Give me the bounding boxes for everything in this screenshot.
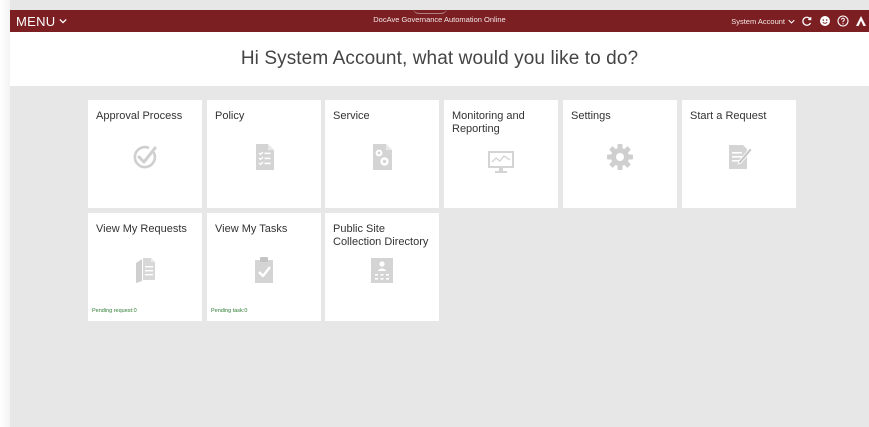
tile-label: View My Tasks — [215, 223, 288, 235]
monitor-chart-icon — [444, 144, 558, 178]
tile-public-site-collection-directory[interactable]: Public Site Collection Directory — [325, 213, 439, 321]
tile-view-my-tasks[interactable]: View My Tasks Pending task:0 — [207, 213, 321, 321]
tile-settings[interactable]: Settings — [563, 100, 677, 208]
tile-approval-process[interactable]: Approval Process — [88, 100, 202, 208]
pending-task-count: Pending task:0 — [211, 308, 248, 314]
tile-label: Approval Process — [96, 110, 183, 122]
tile-label: Public Site Collection Directory — [333, 223, 429, 248]
approval-check-icon — [88, 140, 202, 174]
clipboard-check-icon — [207, 253, 321, 287]
tile-label: Policy — [215, 110, 245, 122]
left-edge-shadow — [0, 0, 10, 427]
top-bar-tools: System Account — [731, 12, 867, 30]
tile-policy[interactable]: Policy — [207, 100, 321, 208]
tile-monitoring-and-reporting[interactable]: Monitoring and Reporting — [444, 100, 558, 208]
help-icon[interactable] — [837, 15, 849, 27]
account-name: System Account — [731, 16, 785, 26]
tile-label: View My Requests — [96, 223, 187, 235]
account-menu[interactable]: System Account — [731, 17, 795, 26]
tile-start-a-request[interactable]: Start a Request — [682, 100, 796, 208]
gear-icon — [563, 140, 677, 174]
greeting-band: Hi System Account, what would you like t… — [10, 32, 869, 86]
tile-label: Start a Request — [690, 110, 767, 122]
service-gear-document-icon — [325, 140, 439, 174]
app-window: MENU DocAve Governance Automation Online… — [10, 0, 869, 427]
tile-label: Monitoring and Reporting — [452, 110, 525, 135]
pending-request-count: Pending request:0 — [92, 308, 137, 314]
chevron-down-icon — [788, 19, 795, 24]
top-bar: MENU DocAve Governance Automation Online… — [10, 10, 869, 32]
tile-view-my-requests[interactable]: View My Requests Pending request:0 — [88, 213, 202, 321]
policy-document-icon — [207, 140, 321, 174]
docave-logo-icon[interactable] — [855, 15, 867, 27]
smiley-feedback-icon[interactable] — [819, 15, 831, 27]
directory-icon — [325, 253, 439, 287]
sync-icon[interactable] — [801, 15, 813, 27]
tile-label: Settings — [571, 110, 611, 122]
tile-service[interactable]: Service — [325, 100, 439, 208]
tile-label: Service — [333, 110, 370, 122]
page-greeting: Hi System Account, what would you like t… — [240, 48, 639, 69]
top-notch-decoration — [413, 8, 447, 14]
requests-pages-icon — [88, 253, 202, 287]
request-edit-icon — [682, 140, 796, 174]
